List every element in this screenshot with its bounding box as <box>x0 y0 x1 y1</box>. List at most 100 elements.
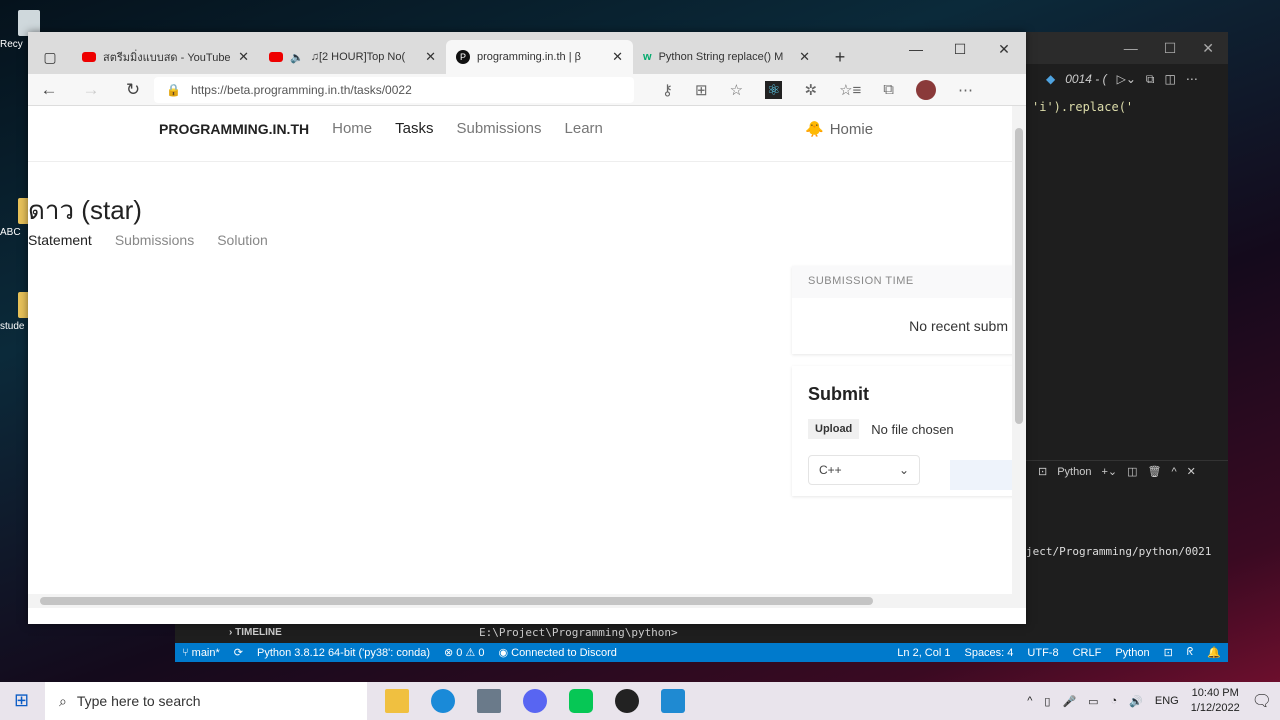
file-explorer-icon[interactable] <box>385 689 409 713</box>
close-panel-icon[interactable]: ✕ <box>1187 465 1196 478</box>
discord-status[interactable]: ◉ Connected to Discord <box>498 646 616 659</box>
key-icon[interactable]: ⚷ <box>662 81 673 99</box>
close-tab-icon[interactable]: ✕ <box>799 49 810 65</box>
obs-icon[interactable] <box>615 689 639 713</box>
maximize-button[interactable]: ☐ <box>938 32 982 66</box>
vertical-scrollbar[interactable] <box>1012 106 1026 608</box>
upload-button[interactable]: Upload <box>808 419 860 439</box>
volume-icon[interactable]: 🔊 <box>1129 695 1143 708</box>
network-icon[interactable]: ▭ <box>1088 695 1098 708</box>
new-tab-button[interactable]: + <box>820 40 860 74</box>
nav-tasks[interactable]: Tasks <box>395 120 433 137</box>
webcam-icon[interactable]: ▯ <box>1044 695 1050 708</box>
language-indicator[interactable]: ENG <box>1155 695 1179 707</box>
close-button[interactable]: ✕ <box>1202 40 1214 57</box>
line-icon[interactable] <box>569 689 593 713</box>
tab-submissions[interactable]: Submissions <box>115 232 194 248</box>
forward-button[interactable]: → <box>70 80 112 100</box>
vscode-titlebar: — ☐ ✕ <box>1026 32 1228 64</box>
address-bar[interactable]: 🔒 https://beta.programming.in.th/tasks/00… <box>154 76 634 103</box>
user-name: Homie <box>829 120 874 138</box>
wifi-icon[interactable]: ◔ <box>1111 695 1118 707</box>
tab-solution[interactable]: Solution <box>217 232 268 248</box>
more-icon[interactable]: ⋯ <box>1186 72 1198 86</box>
discord-icon[interactable] <box>523 689 547 713</box>
submit-button[interactable] <box>950 460 1020 490</box>
apps-icon[interactable]: ⊞ <box>695 81 708 99</box>
close-tab-icon[interactable]: ✕ <box>238 49 249 65</box>
timeline-label: TIMELINE <box>235 627 282 638</box>
date: 1/12/2022 <box>1190 702 1240 714</box>
edge-icon[interactable] <box>431 689 455 713</box>
collections-icon[interactable]: ⧉ <box>883 81 894 98</box>
add-terminal-icon[interactable]: +⌄ <box>1101 465 1117 478</box>
cursor-position[interactable]: Ln 2, Col 1 <box>897 647 950 659</box>
tab-programming[interactable]: Pprogramming.in.th | β ✕ <box>446 40 633 74</box>
tab-w3schools[interactable]: w Python String replace() M ✕ <box>633 40 820 74</box>
user-avatar-icon: 🐥 <box>805 121 824 138</box>
branch-status[interactable]: ⑂ main* <box>182 647 220 659</box>
add-favorite-icon[interactable]: ☆ <box>730 81 743 99</box>
timeline-section[interactable]: › TIMELINE <box>229 627 282 638</box>
language-select[interactable]: C++ ⌄ <box>808 455 920 485</box>
nav-learn[interactable]: Learn <box>565 120 603 137</box>
line-ending[interactable]: CRLF <box>1073 647 1102 659</box>
feedback-icon[interactable]: ᖇ <box>1187 646 1194 659</box>
language-mode[interactable]: Python <box>1115 647 1149 659</box>
sync-icon[interactable]: ⟳ <box>234 646 243 659</box>
python-interpreter[interactable]: Python 3.8.12 64-bit ('py38': conda) <box>257 647 430 659</box>
speaker-icon[interactable]: 🔈 <box>290 51 304 64</box>
trash-icon[interactable]: 🗑 <box>1148 465 1162 478</box>
favorites-icon[interactable]: ☆≡ <box>839 81 861 99</box>
indentation[interactable]: Spaces: 4 <box>964 647 1013 659</box>
site-logo[interactable]: PROGRAMMING.IN.TH <box>159 121 309 137</box>
code-line[interactable]: 'i').replace(' <box>1026 94 1228 120</box>
horizontal-scrollbar[interactable] <box>28 594 1012 608</box>
back-button[interactable]: ← <box>28 80 70 100</box>
notifications-icon[interactable]: 🔔 <box>1207 646 1221 659</box>
tab-actions-icon[interactable]: ▢ <box>28 40 72 74</box>
terminal-icon: ⊡ <box>1038 466 1048 478</box>
close-tab-icon[interactable]: ✕ <box>425 49 436 65</box>
desktop-icon-recycle-bin[interactable]: Recy <box>0 10 40 50</box>
search-placeholder: Type here to search <box>76 693 201 709</box>
terminal-name[interactable]: Python <box>1057 466 1091 478</box>
more-icon[interactable]: ⋯ <box>958 81 973 99</box>
extensions-icon[interactable]: ✲ <box>804 81 817 99</box>
split-editor-icon[interactable]: ◫ <box>1164 72 1175 86</box>
run-icon[interactable]: ▷⌄ <box>1117 72 1136 86</box>
tab-youtube-music[interactable]: 🔈 ♫[2 HOUR]Top No(✕ <box>259 40 446 74</box>
problems-status[interactable]: ⊗ 0 ⚠ 0 <box>444 646 484 659</box>
tab-youtube-live[interactable]: สตรีมมิ่งแบบสด - YouTube S ✕ <box>72 40 259 74</box>
close-tab-icon[interactable]: ✕ <box>612 49 623 65</box>
desktop-icon-student[interactable]: stude <box>0 292 40 332</box>
maximize-button[interactable]: ☐ <box>1164 40 1177 57</box>
vscode-icon[interactable] <box>661 689 685 713</box>
terminal[interactable]: › TIMELINE E:\Project\Programming\python… <box>175 624 1026 643</box>
encoding[interactable]: UTF-8 <box>1027 647 1058 659</box>
react-devtools-icon[interactable]: ⚛ <box>765 80 783 99</box>
avatar[interactable] <box>915 79 936 100</box>
close-button[interactable]: ✕ <box>982 32 1026 66</box>
taskbar-search[interactable]: ⌕ Type here to search <box>45 682 367 720</box>
user-menu[interactable]: 🐥 Homie <box>805 120 874 139</box>
minimize-button[interactable]: — <box>894 32 938 66</box>
chevron-up-icon[interactable]: ^ <box>1027 695 1032 707</box>
tab-statement[interactable]: Statement <box>28 232 92 248</box>
microphone-icon[interactable]: 🎤 <box>1062 695 1076 708</box>
compare-icon[interactable]: ⧉ <box>1146 72 1155 87</box>
notifications-icon[interactable]: 🗨 <box>1252 691 1272 711</box>
refresh-button[interactable]: ↻ <box>112 80 154 100</box>
chevron-up-icon[interactable]: ^ <box>1171 466 1176 478</box>
editor-tab[interactable]: 0014 - ( <box>1065 72 1106 86</box>
clock[interactable]: 10:40 PM 1/12/2022 <box>1191 686 1240 717</box>
nav-home[interactable]: Home <box>332 120 372 137</box>
desktop-icon-abc[interactable]: ABC <box>0 198 40 238</box>
minimize-button[interactable]: — <box>1124 40 1138 56</box>
split-terminal-icon[interactable]: ◫ <box>1127 465 1137 478</box>
layout-icon[interactable]: ⊡ <box>1164 646 1173 659</box>
start-button[interactable]: ⊞ <box>14 690 29 711</box>
calculator-icon[interactable] <box>477 689 501 713</box>
w3-icon: w <box>643 51 652 63</box>
nav-submissions[interactable]: Submissions <box>456 120 541 137</box>
